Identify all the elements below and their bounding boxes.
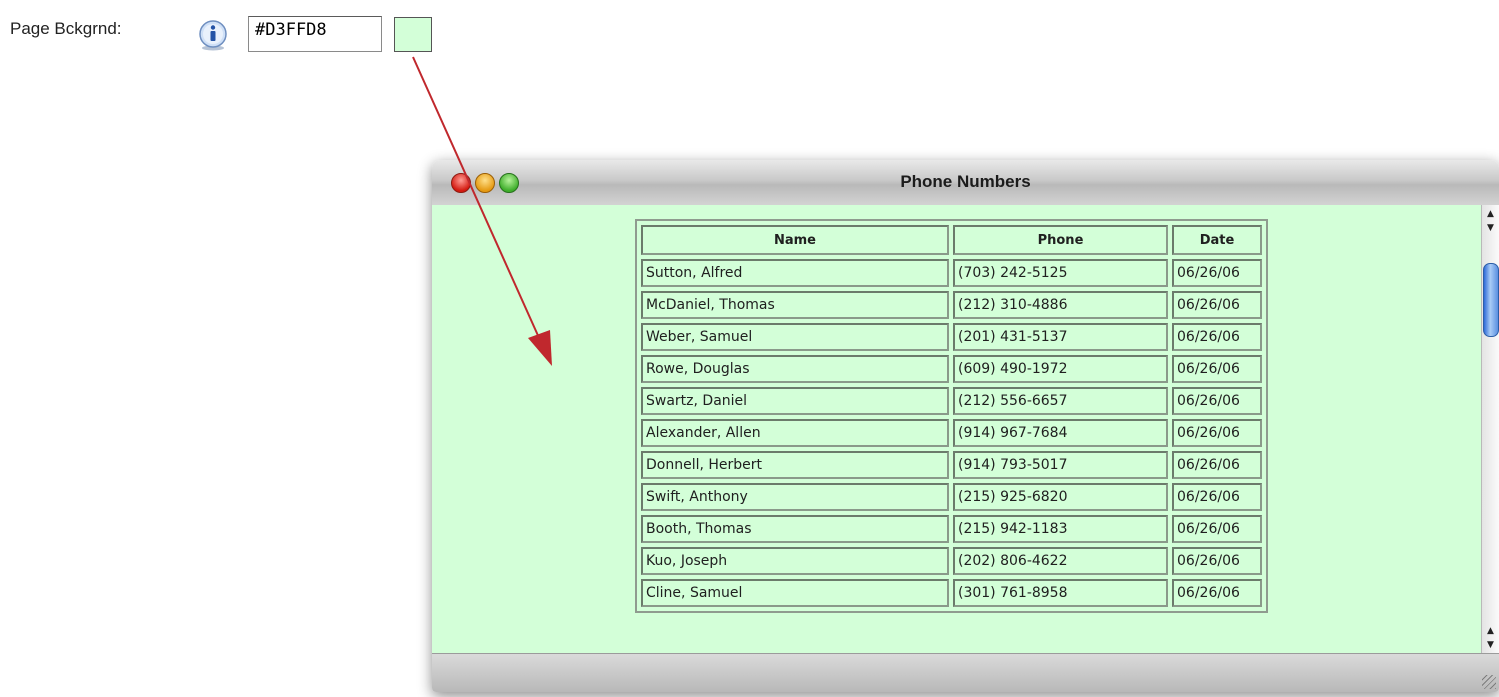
table-row: Donnell, Herbert (914) 793-5017 06/26/06 [641, 451, 1262, 479]
cell-phone: (914) 793-5017 [953, 451, 1168, 479]
cell-date: 06/26/06 [1172, 323, 1262, 351]
scroll-up-arrow-bottom-icon[interactable]: ▲ [1482, 624, 1499, 638]
cell-name: Booth, Thomas [641, 515, 949, 543]
phone-numbers-window: Phone Numbers Name Phone Date Sutton, Al… [432, 160, 1499, 692]
table-row: Swift, Anthony (215) 925-6820 06/26/06 [641, 483, 1262, 511]
cell-date: 06/26/06 [1172, 515, 1262, 543]
cell-phone: (201) 431-5137 [953, 323, 1168, 351]
cell-phone: (609) 490-1972 [953, 355, 1168, 383]
background-color-hex-input[interactable]: #D3FFD8 [248, 16, 382, 52]
cell-phone: (202) 806-4622 [953, 547, 1168, 575]
cell-date: 06/26/06 [1172, 291, 1262, 319]
cell-phone: (212) 310-4886 [953, 291, 1168, 319]
cell-name: Cline, Samuel [641, 579, 949, 607]
scrollbar-thumb[interactable] [1483, 263, 1499, 337]
table-row: Cline, Samuel (301) 761-8958 06/26/06 [641, 579, 1262, 607]
cell-date: 06/26/06 [1172, 451, 1262, 479]
scroll-down-arrow-bottom-icon[interactable]: ▼ [1482, 638, 1499, 652]
table-row: Swartz, Daniel (212) 556-6657 06/26/06 [641, 387, 1262, 415]
cell-phone: (703) 242-5125 [953, 259, 1168, 287]
table-row: Booth, Thomas (215) 942-1183 06/26/06 [641, 515, 1262, 543]
cell-phone: (215) 925-6820 [953, 483, 1168, 511]
window-titlebar[interactable]: Phone Numbers [432, 160, 1499, 206]
cell-date: 06/26/06 [1172, 579, 1262, 607]
cell-name: Kuo, Joseph [641, 547, 949, 575]
cell-name: Rowe, Douglas [641, 355, 949, 383]
cell-phone: (212) 556-6657 [953, 387, 1168, 415]
table-row: Weber, Samuel (201) 431-5137 06/26/06 [641, 323, 1262, 351]
cell-date: 06/26/06 [1172, 483, 1262, 511]
cell-name: Donnell, Herbert [641, 451, 949, 479]
table-header-row: Name Phone Date [641, 225, 1262, 255]
phone-table: Name Phone Date Sutton, Alfred (703) 242… [635, 219, 1268, 613]
cell-name: McDaniel, Thomas [641, 291, 949, 319]
scroll-up-arrow-icon[interactable]: ▲ [1482, 207, 1499, 221]
table-row: Kuo, Joseph (202) 806-4622 06/26/06 [641, 547, 1262, 575]
cell-date: 06/26/06 [1172, 547, 1262, 575]
cell-phone: (301) 761-8958 [953, 579, 1168, 607]
table-row: Sutton, Alfred (703) 242-5125 06/26/06 [641, 259, 1262, 287]
scroll-down-arrow-icon[interactable]: ▼ [1482, 221, 1499, 235]
resize-grip-icon[interactable] [1482, 675, 1496, 689]
cell-date: 06/26/06 [1172, 419, 1262, 447]
window-bottom-bar [432, 653, 1499, 692]
cell-name: Weber, Samuel [641, 323, 949, 351]
cell-phone: (914) 967-7684 [953, 419, 1168, 447]
page-background-label: Page Bckgrnd: [10, 19, 122, 38]
cell-date: 06/26/06 [1172, 387, 1262, 415]
info-icon[interactable] [196, 19, 230, 51]
cell-name: Alexander, Allen [641, 419, 949, 447]
table-row: Alexander, Allen (914) 967-7684 06/26/06 [641, 419, 1262, 447]
table-row: McDaniel, Thomas (212) 310-4886 06/26/06 [641, 291, 1262, 319]
cell-name: Sutton, Alfred [641, 259, 949, 287]
table-row: Rowe, Douglas (609) 490-1972 06/26/06 [641, 355, 1262, 383]
column-header-phone: Phone [953, 225, 1168, 255]
window-title: Phone Numbers [900, 172, 1031, 191]
cell-date: 06/26/06 [1172, 259, 1262, 287]
cell-phone: (215) 942-1183 [953, 515, 1168, 543]
window-content: Name Phone Date Sutton, Alfred (703) 242… [432, 205, 1482, 654]
cell-date: 06/26/06 [1172, 355, 1262, 383]
background-color-swatch[interactable] [394, 17, 432, 52]
cell-name: Swift, Anthony [641, 483, 949, 511]
cell-name: Swartz, Daniel [641, 387, 949, 415]
column-header-name: Name [641, 225, 949, 255]
vertical-scrollbar[interactable]: ▲ ▼ ▲ ▼ [1481, 205, 1499, 654]
column-header-date: Date [1172, 225, 1262, 255]
